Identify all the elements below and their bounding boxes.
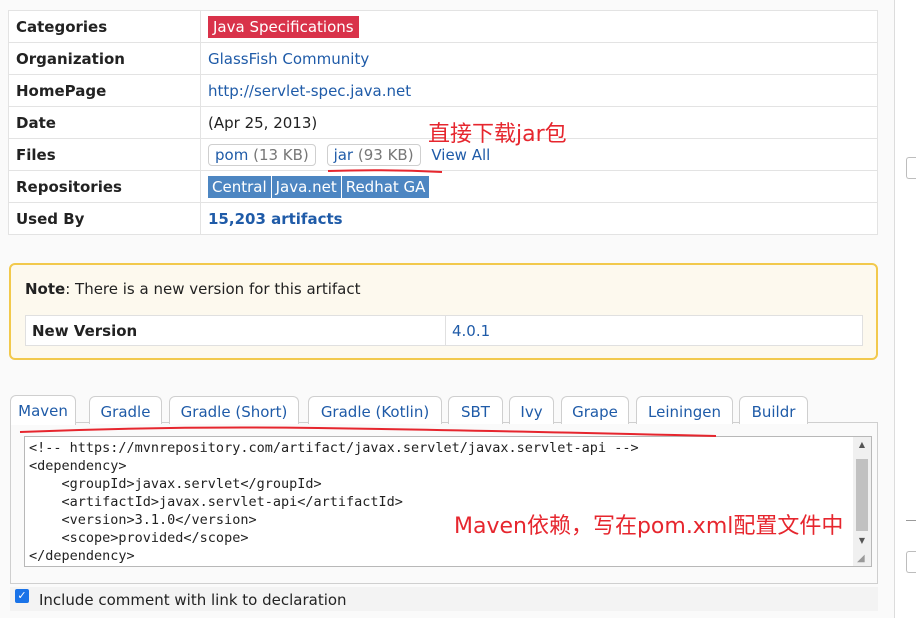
pom-size: (13 KB) (253, 145, 309, 164)
maven-annotation-text: Maven依赖，写在pom.xml配置文件中 (454, 514, 844, 539)
homepage-link[interactable]: http://servlet-spec.java.net (208, 82, 411, 100)
maven-underline-annotation (19, 426, 717, 437)
new-version-note: Note: There is a new version for this ar… (9, 263, 878, 360)
row-repositories: Repositories Central Java.net Redhat GA (8, 170, 878, 203)
new-version-link[interactable]: 4.0.1 (452, 322, 490, 340)
files-label: Files (8, 138, 201, 171)
used-by-link[interactable]: 15,203 artifacts (208, 210, 343, 228)
homepage-cell: http://servlet-spec.java.net (200, 74, 878, 107)
organization-link[interactable]: GlassFish Community (208, 50, 369, 68)
dependency-code-textarea[interactable]: <!-- https://mvnrepository.com/artifact/… (24, 436, 872, 567)
dependency-tab-panel: <!-- https://mvnrepository.com/artifact/… (10, 422, 878, 584)
sidebar-divider (894, 0, 895, 618)
jar-annotation-text: 直接下载jar包 (428, 122, 567, 147)
category-badge[interactable]: Java Specifications (208, 15, 359, 38)
scroll-down-arrow-icon[interactable]: ▼ (853, 533, 871, 549)
organization-label: Organization (8, 42, 201, 75)
note-message: : There is a new version for this artifa… (65, 280, 361, 298)
scroll-thumb[interactable] (856, 459, 868, 531)
jar-size: (93 KB) (357, 145, 414, 164)
used-by-cell: 15,203 artifacts (200, 202, 878, 235)
repositories-cell: Central Java.net Redhat GA (200, 170, 878, 203)
new-version-label: New Version (25, 315, 446, 346)
code-scrollbar[interactable]: ▲ ▼ ◢ (853, 437, 871, 566)
view-all-link[interactable]: View All (431, 146, 490, 164)
repositories-label: Repositories (8, 170, 201, 203)
resize-grip-icon[interactable]: ◢ (857, 553, 869, 565)
include-comment-checkbox[interactable]: ✓ (15, 589, 29, 603)
repo-badge-redhat[interactable]: Redhat GA (341, 175, 430, 198)
row-organization: Organization GlassFish Community (8, 42, 878, 75)
organization-cell: GlassFish Community (200, 42, 878, 75)
date-label: Date (8, 106, 201, 139)
homepage-label: HomePage (8, 74, 201, 107)
sidebar-input-bottom[interactable] (906, 551, 916, 573)
repo-badge-javanet[interactable]: Java.net (271, 175, 341, 198)
pom-link-label: pom (215, 145, 249, 164)
new-version-cell: 4.0.1 (445, 315, 863, 346)
sidebar-separator (906, 520, 916, 521)
tab-buildr[interactable]: Buildr (739, 396, 808, 424)
jar-link-label: jar (333, 145, 354, 164)
row-categories: Categories Java Specifications (8, 10, 878, 43)
jar-underline-annotation (327, 169, 443, 173)
jar-download-button[interactable]: jar (93 KB) (326, 143, 421, 166)
new-version-table: New Version 4.0.1 (25, 315, 863, 346)
include-comment-label: Include comment with link to declaration (39, 591, 347, 609)
categories-value: Java Specifications (200, 10, 878, 43)
note-text: Note: There is a new version for this ar… (25, 280, 361, 298)
sidebar-input-top[interactable] (906, 157, 916, 179)
used-by-label: Used By (8, 202, 201, 235)
categories-label: Categories (8, 10, 201, 43)
tab-maven[interactable]: Maven (10, 395, 76, 425)
pom-download-button[interactable]: pom (13 KB) (208, 143, 316, 166)
row-homepage: HomePage http://servlet-spec.java.net (8, 74, 878, 107)
new-version-row: New Version 4.0.1 (25, 315, 863, 346)
scroll-up-arrow-icon[interactable]: ▲ (853, 437, 871, 453)
note-label: Note (25, 280, 66, 298)
repo-badge-central[interactable]: Central (208, 175, 271, 198)
row-used-by: Used By 15,203 artifacts (8, 202, 878, 235)
include-comment-row: ✓ Include comment with link to declarati… (10, 587, 878, 611)
